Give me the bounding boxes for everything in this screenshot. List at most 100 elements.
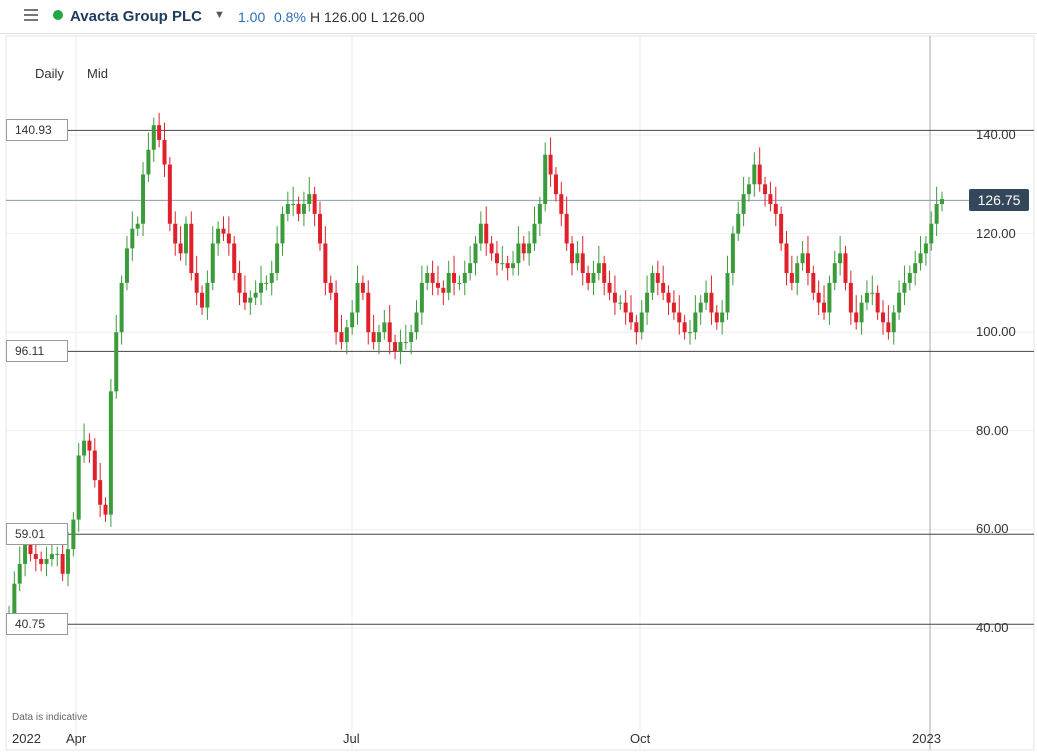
candle-body [430, 273, 435, 283]
x-tick-label: Oct [630, 731, 651, 746]
candle-body [33, 554, 38, 559]
candle-body [419, 282, 424, 313]
candle-body [682, 322, 687, 333]
candle-body [934, 204, 939, 224]
plot-frame [5, 35, 1035, 751]
candle-body [39, 558, 44, 564]
candle-body [323, 243, 328, 283]
x-tick-label: Apr [66, 731, 87, 746]
candle-body [55, 554, 60, 556]
candle-body [618, 302, 623, 304]
candle-body [328, 282, 333, 293]
candlestick-chart[interactable] [0, 0, 1037, 752]
candle-body [870, 292, 875, 294]
candle-body [65, 549, 70, 574]
candle-body [881, 312, 886, 323]
candle-body [441, 287, 446, 293]
candle-body [757, 164, 762, 185]
candle-body [409, 332, 414, 343]
y-tick-label: 140.00 [976, 127, 1016, 142]
candle-body [334, 292, 339, 333]
candle-body [76, 455, 81, 520]
candle-body [516, 243, 521, 264]
candle-body [832, 263, 837, 283]
candle-body [339, 332, 344, 343]
candle-body [468, 263, 473, 274]
candle-body [393, 342, 398, 352]
candle-body [60, 554, 65, 574]
candle-body [564, 213, 569, 244]
hline-label-40-75[interactable]: 40.75 [6, 613, 68, 636]
y-tick-label: 120.00 [976, 225, 1016, 241]
candle-body [843, 253, 848, 283]
candle-body [457, 282, 462, 284]
candle-body [886, 322, 891, 333]
candle-body [382, 322, 387, 333]
candle-body [98, 480, 103, 505]
candle-body [500, 263, 505, 265]
candle-body [124, 248, 129, 283]
candle-body [543, 154, 548, 205]
candle-body [12, 583, 17, 614]
candle-body [511, 263, 516, 269]
candle-body [92, 450, 97, 481]
candle-body [698, 302, 703, 313]
candle-body [553, 174, 558, 195]
candle-body [248, 297, 253, 303]
candle-body [800, 253, 805, 264]
candle-body [645, 292, 650, 313]
candle-body [253, 292, 258, 298]
candle-body [505, 263, 510, 269]
candle-body [580, 253, 585, 274]
candle-body [795, 263, 800, 283]
candle-body [521, 243, 526, 254]
y-tick-label: 100.00 [976, 324, 1016, 340]
x-tick-label: Jul [343, 731, 360, 746]
candle-body [194, 273, 199, 293]
candle-body [918, 253, 923, 264]
candle-body [269, 273, 274, 283]
candle-body [264, 282, 269, 284]
candle-body [714, 312, 719, 323]
candle-body [768, 194, 773, 205]
hline-label-59-01[interactable]: 59.01 [6, 523, 68, 546]
candle-body [704, 292, 709, 303]
candle-body [71, 519, 76, 550]
candle-body [403, 342, 408, 344]
candle-body [318, 213, 322, 244]
hline-label-140-93[interactable]: 140.93 [6, 119, 68, 142]
x-tick-label: 2023 [912, 731, 941, 746]
candle-body [484, 223, 489, 244]
candle-body [596, 263, 601, 274]
candle-body [489, 243, 494, 254]
y-tick-label: 80.00 [976, 422, 1009, 438]
y-tick-label: 40.00 [976, 620, 1009, 635]
candle-body [119, 282, 124, 333]
candle-body [189, 223, 194, 274]
candle-body [730, 233, 735, 274]
candle-body [350, 312, 355, 328]
candle-body [473, 243, 478, 264]
candle-body [859, 302, 864, 323]
candle-body [376, 332, 381, 343]
candle-body [773, 204, 778, 214]
candle-body [344, 327, 349, 343]
candle-body [237, 273, 242, 293]
candle-body [634, 322, 639, 333]
candle-body [221, 228, 226, 234]
candle-body [671, 302, 676, 313]
candle-body [275, 243, 280, 274]
candle-body [741, 194, 746, 214]
candle-body [183, 223, 188, 254]
candle-body [720, 312, 725, 323]
candle-body [371, 332, 376, 343]
candle-body [591, 273, 596, 283]
candle-body [864, 292, 869, 303]
candle-body [462, 273, 467, 283]
candle-body [655, 273, 660, 283]
hline-label-96-11[interactable]: 96.11 [6, 340, 68, 363]
candle-body [103, 504, 108, 515]
candle-body [242, 292, 247, 303]
candle-body [532, 223, 537, 244]
candle-body [854, 312, 859, 323]
